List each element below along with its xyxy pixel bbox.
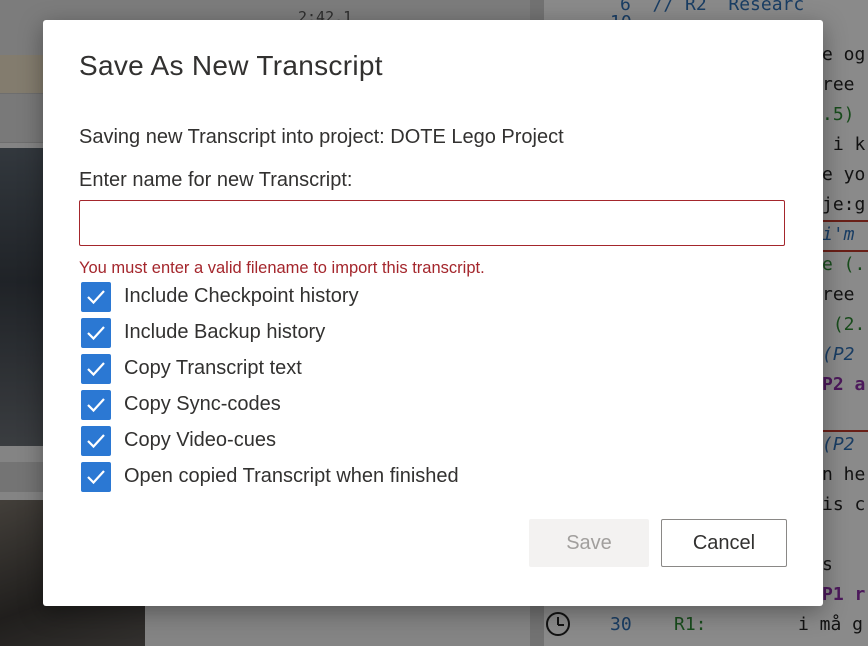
checkbox-checked-icon[interactable] bbox=[81, 354, 111, 384]
option-label: Copy Video-cues bbox=[124, 429, 276, 451]
option-label: Copy Sync-codes bbox=[124, 393, 281, 415]
transcript-name-input[interactable] bbox=[79, 200, 785, 246]
option-include-backup-history[interactable]: Include Backup history bbox=[81, 318, 501, 348]
name-field-label: Enter name for new Transcript: bbox=[79, 169, 353, 191]
cancel-button[interactable]: Cancel bbox=[661, 519, 787, 567]
checkbox-checked-icon[interactable] bbox=[81, 318, 111, 348]
option-copy-transcript-text[interactable]: Copy Transcript text bbox=[81, 354, 501, 384]
checkbox-checked-icon[interactable] bbox=[81, 426, 111, 456]
option-include-checkpoint-history[interactable]: Include Checkpoint history bbox=[81, 282, 501, 312]
option-label: Copy Transcript text bbox=[124, 357, 302, 379]
option-open-copied-transcript[interactable]: Open copied Transcript when finished bbox=[81, 462, 501, 492]
checkbox-checked-icon[interactable] bbox=[81, 390, 111, 420]
validation-error: You must enter a valid filename to impor… bbox=[79, 259, 485, 277]
save-button[interactable]: Save bbox=[529, 519, 649, 567]
project-info: Saving new Transcript into project: DOTE… bbox=[79, 126, 564, 148]
option-copy-video-cues[interactable]: Copy Video-cues bbox=[81, 426, 501, 456]
checkbox-checked-icon[interactable] bbox=[81, 282, 111, 312]
option-label: Open copied Transcript when finished bbox=[124, 465, 459, 487]
option-label: Include Checkpoint history bbox=[124, 285, 359, 307]
option-copy-sync-codes[interactable]: Copy Sync-codes bbox=[81, 390, 501, 420]
dialog-title: Save As New Transcript bbox=[79, 50, 383, 81]
checkbox-checked-icon[interactable] bbox=[81, 462, 111, 492]
option-label: Include Backup history bbox=[124, 321, 326, 343]
save-as-dialog: Save As New Transcript Saving new Transc… bbox=[43, 20, 823, 606]
